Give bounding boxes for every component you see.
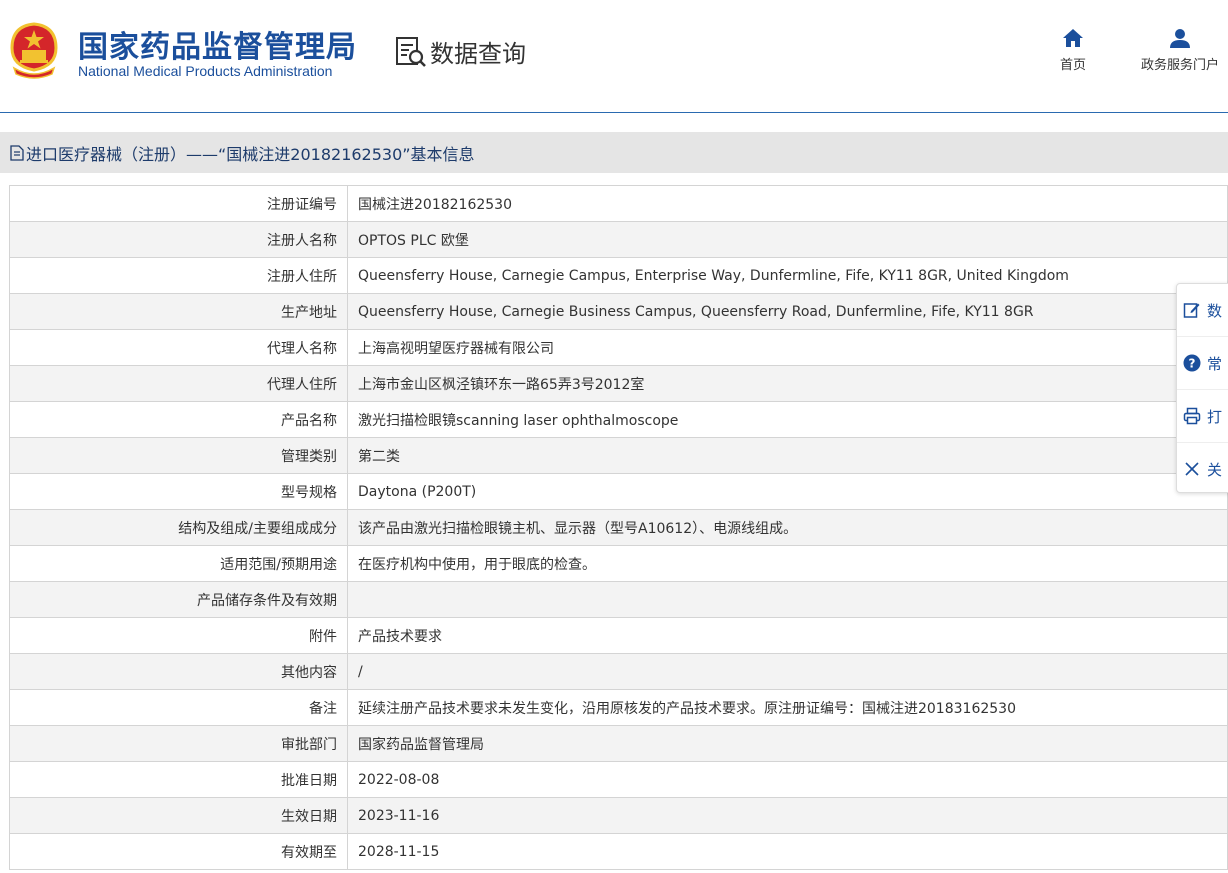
table-row: 注册人住所 Queensferry House, Carnegie Campus,… — [9, 257, 1228, 294]
detail-table: 注册证编号 国械注进20182162530 注册人名称 OPTOS PLC 欧堡 注册人… — [9, 185, 1228, 870]
field-value: 在医疗机构中使用，用于眼底的检查。 — [347, 545, 1228, 582]
page-title: 进口医疗器械（注册）——“国械注进20182162530”基本信息 — [26, 144, 475, 164]
table-row: 生产地址 Queensferry House, Carnegie Business… — [9, 293, 1228, 330]
site-header: 国家药品监督管理局 National Medical Products Admi… — [0, 0, 1228, 113]
field-value — [347, 581, 1228, 618]
field-value: 国家药品监督管理局 — [347, 725, 1228, 762]
print-icon — [1183, 407, 1201, 425]
float-menu-faq[interactable]: ? 常 — [1177, 337, 1228, 390]
field-label: 注册证编号 — [9, 185, 348, 222]
table-row: 适用范围/预期用途 在医疗机构中使用，用于眼底的检查。 — [9, 545, 1228, 582]
table-row: 审批部门 国家药品监督管理局 — [9, 725, 1228, 762]
data-query-section: 数据查询 — [394, 34, 526, 69]
table-row: 注册证编号 国械注进20182162530 — [9, 185, 1228, 222]
table-row: 生效日期 2023-11-16 — [9, 797, 1228, 834]
field-label: 其他内容 — [9, 653, 348, 690]
nav-service-portal[interactable]: 政务服务门户 — [1130, 28, 1228, 73]
detail-table-wrapper: 注册证编号 国械注进20182162530 注册人名称 OPTOS PLC 欧堡 注册人… — [9, 185, 1228, 870]
floating-tool-menu: 数 ? 常 打 关 — [1176, 283, 1228, 493]
field-label: 代理人住所 — [9, 365, 348, 402]
field-label: 注册人住所 — [9, 257, 348, 294]
table-row: 型号规格 Daytona (P200T) — [9, 473, 1228, 510]
table-row: 注册人名称 OPTOS PLC 欧堡 — [9, 221, 1228, 258]
field-label: 适用范围/预期用途 — [9, 545, 348, 582]
document-search-icon — [396, 36, 426, 67]
table-row: 备注 延续注册产品技术要求未发生变化，沿用原核发的产品技术要求。原注册证编号：国械… — [9, 689, 1228, 726]
float-menu-faq-label: 常 — [1207, 354, 1223, 373]
table-row: 代理人名称 上海高视明望医疗器械有限公司 — [9, 329, 1228, 366]
field-value: Daytona (P200T) — [347, 473, 1228, 510]
table-row: 代理人住所 上海市金山区枫泾镇环东一路65弄3号2012室 — [9, 365, 1228, 402]
field-label: 产品储存条件及有效期 — [9, 581, 348, 618]
field-value: 上海市金山区枫泾镇环东一路65弄3号2012室 — [347, 365, 1228, 402]
field-value: 产品技术要求 — [347, 617, 1228, 654]
home-icon — [1063, 29, 1083, 47]
close-icon — [1185, 462, 1199, 476]
float-menu-close-label: 关 — [1207, 460, 1223, 479]
float-menu-close[interactable]: 关 — [1177, 443, 1228, 492]
field-value: 2028-11-15 — [347, 833, 1228, 870]
field-value: 延续注册产品技术要求未发生变化，沿用原核发的产品技术要求。原注册证编号：国械注进… — [347, 689, 1228, 726]
table-row: 有效期至 2028-11-15 — [9, 833, 1228, 870]
field-label: 审批部门 — [9, 725, 348, 762]
table-row: 产品储存条件及有效期 — [9, 581, 1228, 618]
table-row: 附件 产品技术要求 — [9, 617, 1228, 654]
field-label: 生产地址 — [9, 293, 348, 330]
edit-icon — [1183, 303, 1200, 318]
field-value: 第二类 — [347, 437, 1228, 474]
nav-home[interactable]: 首页 — [1052, 28, 1094, 73]
field-label: 注册人名称 — [9, 221, 348, 258]
national-emblem-icon — [10, 22, 58, 79]
field-value: 上海高视明望医疗器械有限公司 — [347, 329, 1228, 366]
field-value: OPTOS PLC 欧堡 — [347, 221, 1228, 258]
field-value: Queensferry House, Carnegie Business Cam… — [347, 293, 1228, 330]
field-label: 附件 — [9, 617, 348, 654]
field-label: 批准日期 — [9, 761, 348, 798]
field-value: 该产品由激光扫描检眼镜主机、显示器（型号A10612）、电源线组成。 — [347, 509, 1228, 546]
user-icon — [1170, 29, 1190, 48]
field-value: 国械注进20182162530 — [347, 185, 1228, 222]
field-value: 2022-08-08 — [347, 761, 1228, 798]
help-icon: ? — [1183, 354, 1201, 372]
table-row: 结构及组成/主要组成成分 该产品由激光扫描检眼镜主机、显示器（型号A10612）、… — [9, 509, 1228, 546]
field-value: / — [347, 653, 1228, 690]
float-menu-data-label: 数 — [1207, 301, 1223, 320]
org-name-cn: 国家药品监督管理局 — [78, 30, 357, 65]
nav-home-label: 首页 — [1059, 58, 1086, 73]
float-menu-print-label: 打 — [1207, 407, 1223, 426]
field-label: 产品名称 — [9, 401, 348, 438]
field-label: 备注 — [9, 689, 348, 726]
org-name-en: National Medical Products Administration — [78, 63, 333, 79]
table-row: 其他内容 / — [9, 653, 1228, 690]
table-row: 管理类别 第二类 — [9, 437, 1228, 474]
float-menu-print[interactable]: 打 — [1177, 390, 1228, 443]
field-label: 管理类别 — [9, 437, 348, 474]
nav-service-portal-label: 政务服务门户 — [1140, 58, 1219, 73]
document-icon — [10, 144, 24, 161]
table-row: 批准日期 2022-08-08 — [9, 761, 1228, 798]
field-label: 有效期至 — [9, 833, 348, 870]
field-label: 代理人名称 — [9, 329, 348, 366]
float-menu-data[interactable]: 数 — [1177, 284, 1228, 337]
field-value: Queensferry House, Carnegie Campus, Ente… — [347, 257, 1228, 294]
field-label: 结构及组成/主要组成成分 — [9, 509, 348, 546]
field-value: 2023-11-16 — [347, 797, 1228, 834]
data-query-title: 数据查询 — [430, 40, 526, 68]
svg-text:?: ? — [1189, 357, 1196, 371]
field-label: 生效日期 — [9, 797, 348, 834]
field-label: 型号规格 — [9, 473, 348, 510]
field-value: 激光扫描检眼镜scanning laser ophthalmoscope — [347, 401, 1228, 438]
table-row: 产品名称 激光扫描检眼镜scanning laser ophthalmoscope — [9, 401, 1228, 438]
page-title-bar: 进口医疗器械（注册）——“国械注进20182162530”基本信息 — [0, 132, 1228, 173]
